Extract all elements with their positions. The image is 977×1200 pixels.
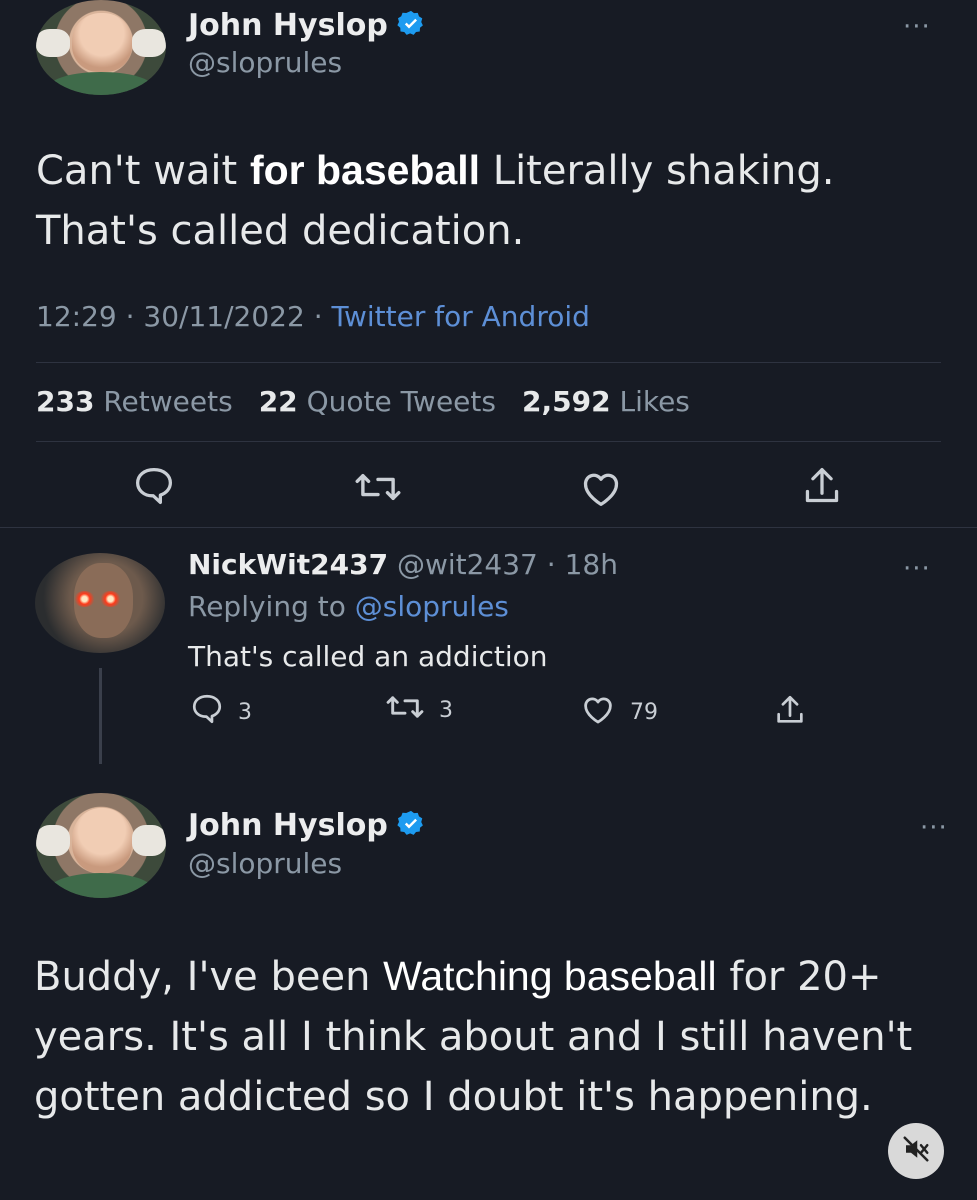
reply-author-handle[interactable]: @wit2437 <box>397 548 538 581</box>
reply-share-action[interactable] <box>774 693 806 733</box>
tweet-time: 12:29 <box>36 300 117 333</box>
replying-to-handle[interactable]: @sloprules <box>355 590 509 623</box>
tweet-text-overlay: for baseball <box>249 147 481 193</box>
reply-meta-separator: · <box>537 548 565 581</box>
tweet-text-part1: Can't wait <box>36 148 250 194</box>
verified-badge-icon <box>396 9 426 43</box>
response-more-options-icon[interactable]: ··· <box>920 815 948 841</box>
likes-stat[interactable]: 2,592 Likes <box>522 385 690 418</box>
tweet-actions <box>0 460 977 516</box>
reply-retweet-count: 3 <box>439 697 453 723</box>
quote-tweets-stat[interactable]: 22 Quote Tweets <box>259 385 496 418</box>
heart-icon <box>580 693 616 731</box>
meta-separator: · <box>304 300 332 333</box>
reply-time[interactable]: 18h <box>565 548 618 581</box>
thread-line <box>99 668 102 764</box>
response-text-overlay: Watching baseball <box>383 953 717 999</box>
heart-icon[interactable] <box>578 468 624 512</box>
retweets-label: Retweets <box>103 385 233 418</box>
divider <box>36 362 941 363</box>
retweets-count: 233 <box>36 385 95 418</box>
mute-button[interactable] <box>888 1123 944 1179</box>
retweet-icon[interactable] <box>353 470 403 508</box>
tweet-text: Can't wait for baseball Literally shakin… <box>36 140 936 261</box>
tweet-source-link[interactable]: Twitter for Android <box>332 300 590 333</box>
replying-prefix: Replying to <box>188 590 355 623</box>
response-text-part1: Buddy, I've been <box>34 954 384 1000</box>
tweet-meta: 12:29 · 30/11/2022 · Twitter for Android <box>36 300 590 333</box>
response-text: Buddy, I've been Watching baseball for 2… <box>34 946 969 1127</box>
reply-reply-action[interactable]: 3 <box>190 693 252 731</box>
reply-author-name[interactable]: NickWit2437 <box>188 548 388 581</box>
response-author-name[interactable]: John Hyslop <box>188 808 388 843</box>
replying-to: Replying to @sloprules <box>188 590 509 623</box>
author-avatar[interactable] <box>36 0 166 95</box>
reply-retweet-action[interactable]: 3 <box>385 693 453 727</box>
response-author-handle[interactable]: @sloprules <box>188 847 342 880</box>
divider <box>0 527 977 528</box>
retweet-icon <box>385 693 425 727</box>
reply-reply-count: 3 <box>238 699 252 725</box>
response-author-avatar[interactable] <box>36 793 166 898</box>
tweet-date: 30/11/2022 <box>143 300 305 333</box>
reply-author-line: NickWit2437 @wit2437 · 18h <box>188 548 618 581</box>
reply-like-count: 79 <box>630 699 658 725</box>
reply-text: That's called an addiction <box>188 640 548 673</box>
muted-speaker-icon <box>901 1134 931 1168</box>
tweet-stats: 233 Retweets 22 Quote Tweets 2,592 Likes <box>36 385 690 418</box>
reply-icon <box>190 693 224 731</box>
author-name-line: John Hyslop <box>188 8 426 43</box>
reply-icon[interactable] <box>132 466 176 510</box>
likes-count: 2,592 <box>521 385 611 418</box>
quote-tweets-count: 22 <box>258 385 298 418</box>
share-icon[interactable] <box>802 464 842 512</box>
author-handle[interactable]: @sloprules <box>188 46 342 79</box>
meta-separator: · <box>116 300 144 333</box>
share-icon <box>774 693 806 733</box>
author-name[interactable]: John Hyslop <box>188 8 388 43</box>
tweet-screenshot: John Hyslop @sloprules ··· Can't wait fo… <box>0 0 977 1200</box>
verified-badge-icon <box>396 809 426 843</box>
reply-more-options-icon[interactable]: ··· <box>903 556 931 582</box>
quote-tweets-label: Quote Tweets <box>306 385 496 418</box>
more-options-icon[interactable]: ··· <box>903 14 931 40</box>
response-author-name-line: John Hyslop <box>188 808 426 843</box>
retweets-stat[interactable]: 233 Retweets <box>36 385 233 418</box>
reply-like-action[interactable]: 79 <box>580 693 658 731</box>
divider <box>36 441 941 442</box>
likes-label: Likes <box>619 385 690 418</box>
reply-avatar[interactable] <box>35 553 165 653</box>
